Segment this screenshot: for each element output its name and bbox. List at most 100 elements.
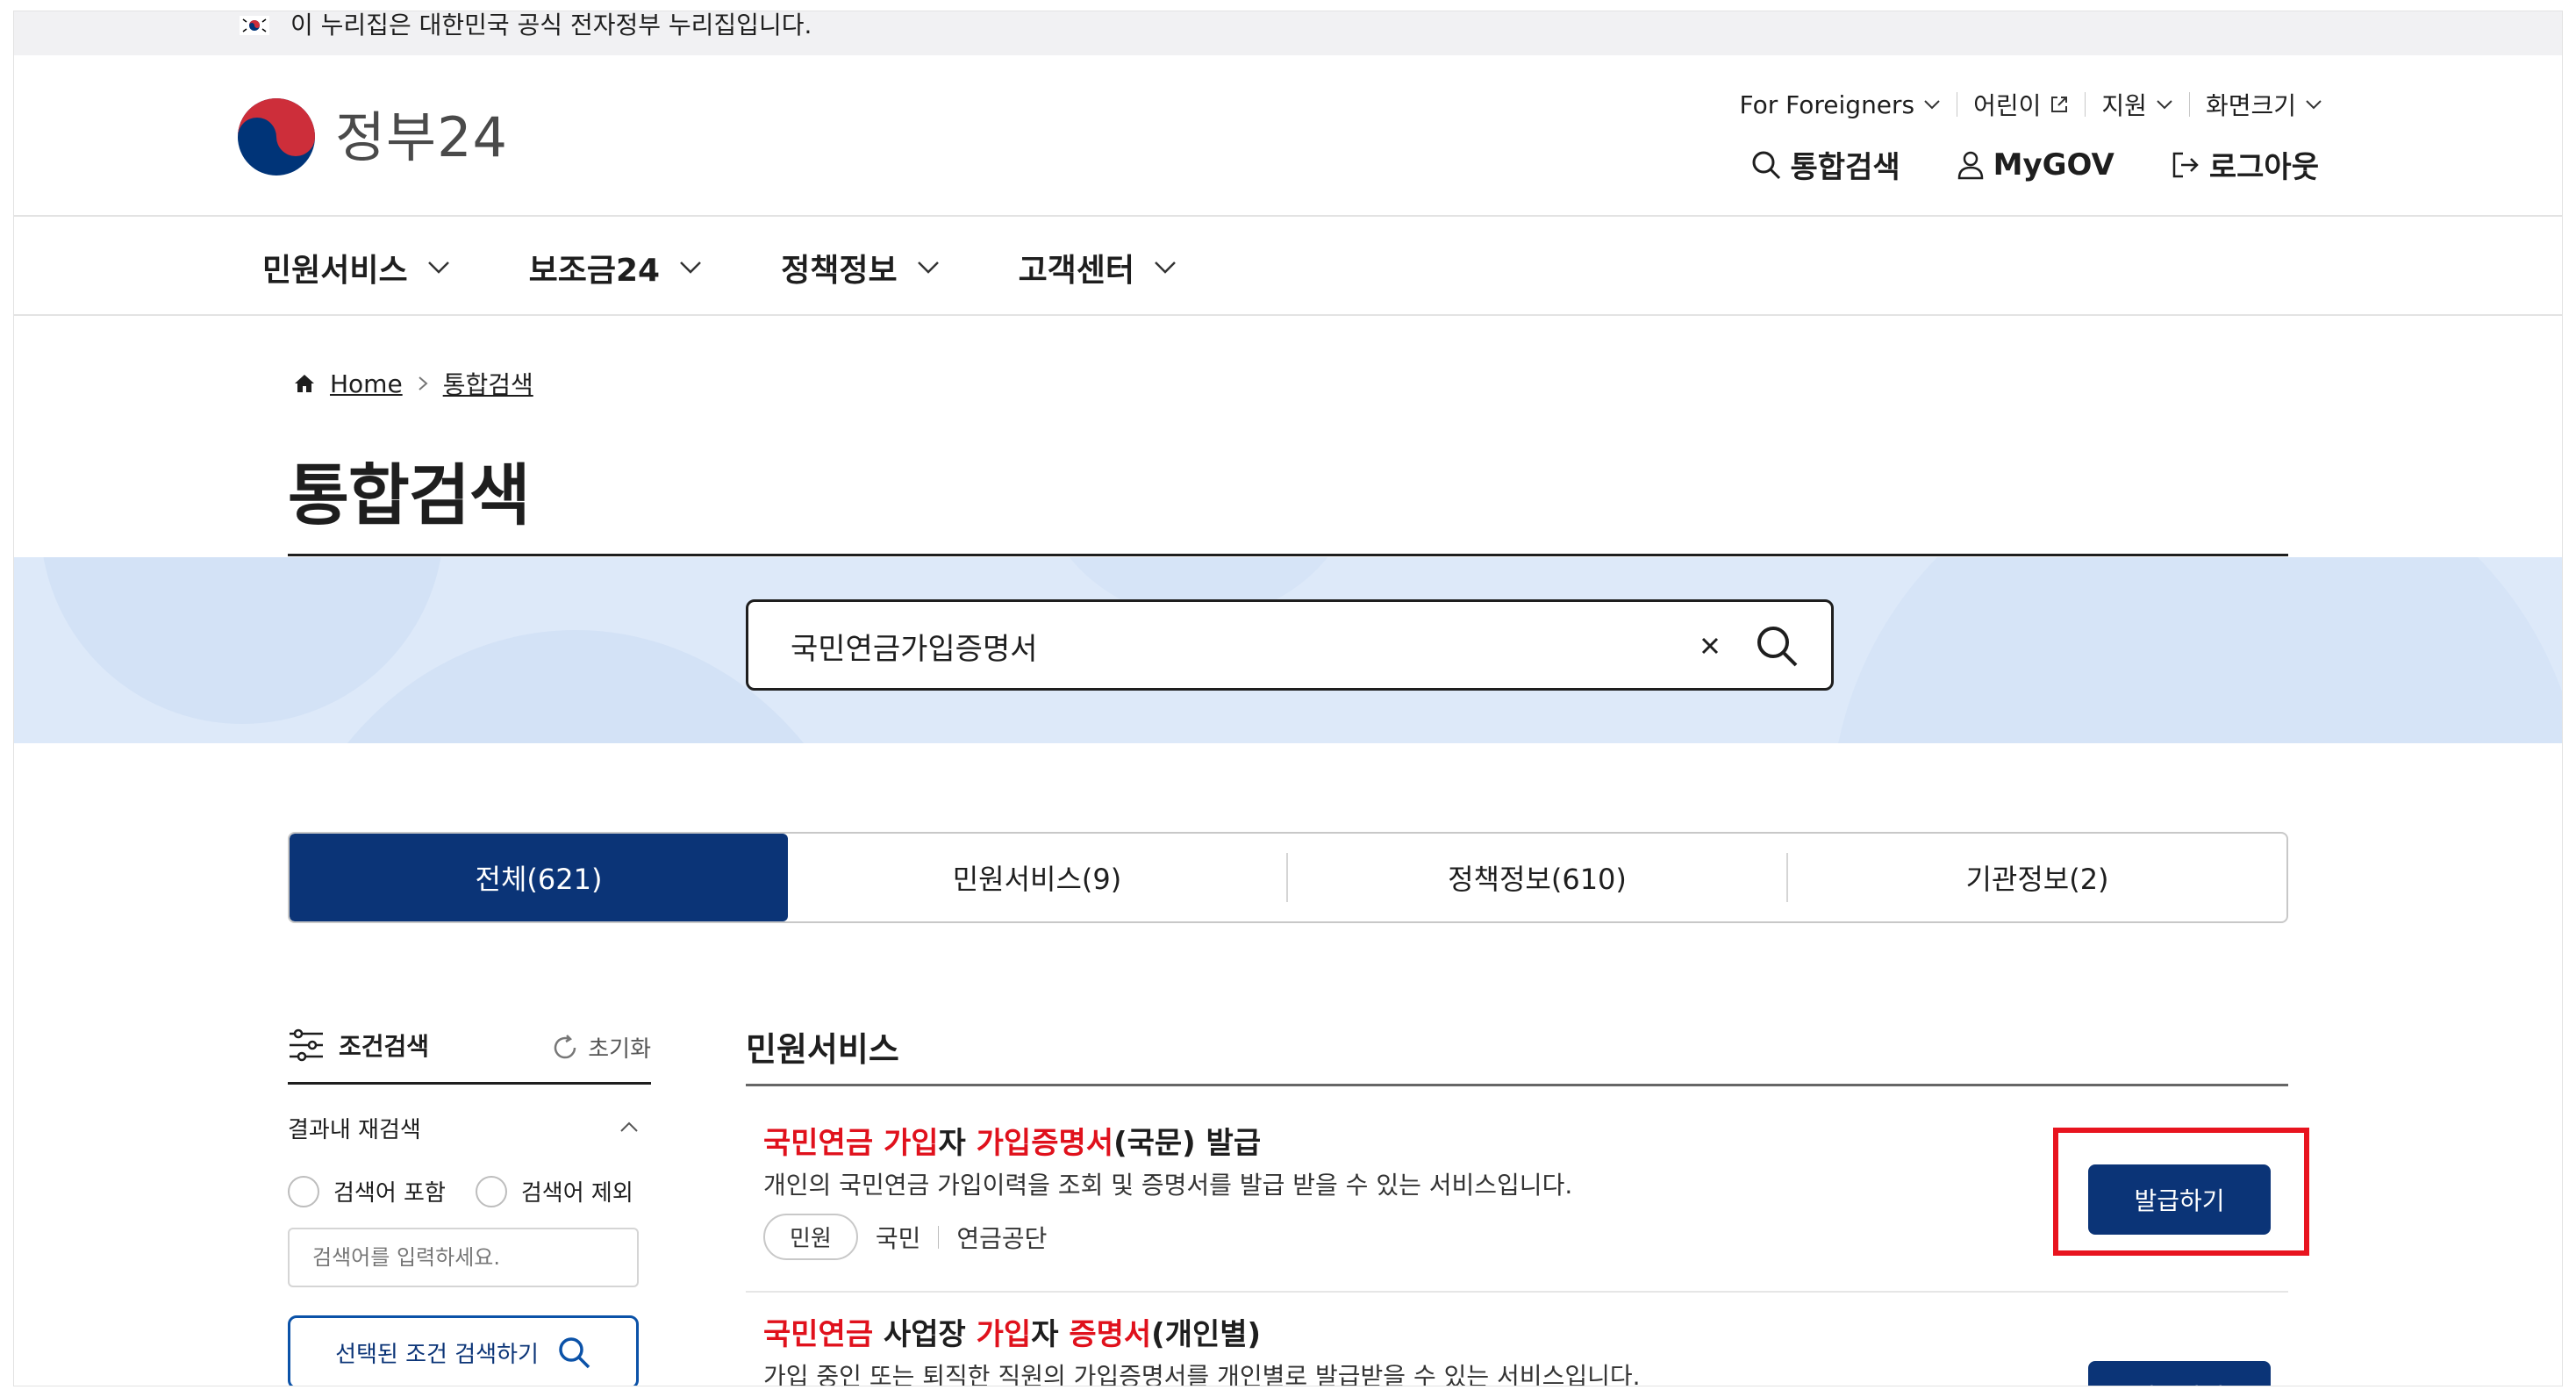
main-util-links: 통합검색 MyGOV 로그아웃	[1750, 143, 2319, 186]
main-nav: 민원서비스 보조금24 정책정보 고객센터	[262, 245, 1177, 290]
chevron-down-icon	[2306, 100, 2322, 110]
header-divider	[14, 215, 2562, 217]
chevron-down-icon	[917, 261, 939, 274]
condition-search-button[interactable]: 선택된 조건 검색하기	[288, 1315, 639, 1386]
nav-civil-service[interactable]: 민원서비스	[262, 245, 450, 290]
search-box: 국민연금가입증명서	[746, 599, 1834, 691]
title-text: (개인별)	[1151, 1317, 1262, 1352]
filter-reset-label: 초기화	[588, 1036, 651, 1063]
research-keyword-input[interactable]	[288, 1228, 639, 1287]
breadcrumb-current-link[interactable]: 통합검색	[443, 366, 533, 401]
chevron-down-icon	[1924, 100, 1940, 110]
exclude-keyword-radio[interactable]: 검색어 제외	[475, 1175, 633, 1207]
annotation-highlight-box	[2053, 1128, 2309, 1256]
page-title: 통합검색	[288, 456, 531, 534]
refresh-icon	[554, 1034, 576, 1058]
util-links: For Foreigners 어린이 지원 화면크기	[1724, 87, 2339, 122]
util-for-foreigners[interactable]: For Foreigners	[1724, 90, 1957, 119]
result-tags: 민원 국민 연금공단	[763, 1214, 1047, 1260]
tab-all[interactable]: 전체(621)	[290, 834, 788, 921]
result-item: 국민연금 사업장 가입자 증명서(개인별) 가입 중인 또는 퇴직한 직원의 가…	[746, 1301, 2288, 1386]
gov24-logo-icon[interactable]	[235, 96, 318, 178]
title-text: 사업장	[873, 1317, 977, 1352]
result-description: 개인의 국민연금 가입이력을 조회 및 증명서를 발급 받을 수 있는 서비스입…	[763, 1171, 1573, 1200]
issue-button[interactable]: 발급하기	[2088, 1361, 2271, 1386]
result-meta: 연금공단	[956, 1223, 1048, 1253]
filter-sliders-icon	[290, 1028, 323, 1062]
condition-search-label: 선택된 조건 검색하기	[335, 1341, 539, 1368]
util-label: For Foreigners	[1739, 90, 1915, 119]
nav-label: 보조금24	[528, 253, 661, 289]
title-text: 자	[938, 1126, 977, 1161]
radio-label: 검색어 포함	[333, 1180, 446, 1207]
title-text: 자	[1031, 1317, 1070, 1352]
logo-text[interactable]: 정부24	[335, 103, 508, 173]
include-keyword-radio[interactable]: 검색어 포함	[288, 1175, 446, 1207]
util-label: 화면크기	[2205, 91, 2296, 120]
result-title-link[interactable]: 국민연금 가입자 가입증명서(국문) 발급	[763, 1119, 1261, 1162]
gov-banner-text: 이 누리집은 대한민국 공식 전자정부 누리집입니다.	[290, 11, 812, 39]
title-highlight: 국민연금	[763, 1126, 874, 1161]
clear-search-icon[interactable]	[1692, 628, 1728, 663]
search-icon	[1752, 151, 1780, 179]
chevron-right-icon	[419, 376, 428, 390]
util-screen-size[interactable]: 화면크기	[2190, 87, 2338, 122]
logout-label: 로그아웃	[2208, 150, 2319, 185]
search-input[interactable]: 국민연금가입증명서	[791, 625, 1038, 668]
nav-label: 민원서비스	[262, 253, 408, 289]
radio-circle	[288, 1175, 319, 1207]
nav-policy-info[interactable]: 정책정보	[781, 245, 939, 290]
home-icon	[295, 375, 314, 392]
util-kids[interactable]: 어린이	[1957, 87, 2085, 122]
user-icon	[1957, 151, 1983, 179]
nav-label: 정책정보	[781, 253, 898, 289]
mygov-button[interactable]: MyGOV	[1957, 147, 2114, 183]
nav-customer-center[interactable]: 고객센터	[1019, 245, 1177, 290]
chevron-down-icon	[680, 261, 701, 274]
breadcrumb-home-link[interactable]: Home	[330, 369, 403, 398]
result-meta: 국민	[875, 1223, 921, 1253]
tab-agency-info[interactable]: 기관정보(2)	[1788, 834, 2286, 921]
results-divider	[746, 1084, 2288, 1086]
nav-label: 고객센터	[1018, 253, 1135, 289]
title-text: (국문) 발급	[1113, 1126, 1262, 1161]
search-icon	[559, 1337, 590, 1369]
tab-policy-info[interactable]: 정책정보(610)	[1288, 834, 1786, 921]
gov-banner: 이 누리집은 대한민국 공식 전자정부 누리집입니다.	[14, 11, 2562, 55]
search-icon[interactable]	[1752, 621, 1801, 670]
external-link-icon	[2051, 97, 2068, 112]
result-title-link[interactable]: 국민연금 사업장 가입자 증명서(개인별)	[763, 1310, 1261, 1353]
filter-divider	[288, 1082, 651, 1085]
header-search-label: 통합검색	[1790, 150, 1900, 185]
browser-page: 이 누리집은 대한민국 공식 전자정부 누리집입니다. 정부24 For For…	[13, 11, 2563, 1386]
korea-flag-icon	[240, 16, 269, 35]
chevron-down-icon	[1155, 261, 1176, 274]
logout-button[interactable]: 로그아웃	[2171, 143, 2319, 186]
title-underline	[288, 554, 2288, 556]
title-text	[873, 1126, 884, 1161]
util-label: 어린이	[1973, 91, 2042, 120]
nav-subsidy24[interactable]: 보조금24	[529, 245, 702, 290]
result-description: 가입 중인 또는 퇴직한 직원의 가입증명서를 개인별로 발급받을 수 있는 서…	[763, 1362, 1641, 1386]
util-support[interactable]: 지원	[2086, 87, 2189, 122]
research-title: 결과내 재검색	[288, 1117, 421, 1143]
divider	[938, 1225, 940, 1249]
tab-civil-service[interactable]: 민원서비스(9)	[788, 834, 1286, 921]
radio-circle	[475, 1175, 507, 1207]
chevron-up-icon[interactable]	[619, 1121, 639, 1133]
research-options: 검색어 포함 검색어 제외	[288, 1175, 633, 1207]
header-search-button[interactable]: 통합검색	[1750, 143, 1900, 186]
chevron-down-icon	[2157, 100, 2172, 110]
filter-title: 조건검색	[288, 1028, 429, 1063]
title-highlight: 증명서	[1069, 1317, 1152, 1352]
logout-icon	[2172, 152, 2199, 177]
nav-divider	[14, 314, 2562, 316]
title-highlight: 국민연금	[763, 1317, 874, 1352]
breadcrumb: Home 통합검색	[293, 366, 533, 401]
result-tabs: 전체(621) 민원서비스(9) 정책정보(610) 기관정보(2)	[288, 832, 2288, 923]
mygov-label: MyGOV	[1993, 147, 2114, 183]
filter-title-label: 조건검색	[339, 1032, 430, 1061]
title-highlight: 가입	[976, 1317, 1032, 1352]
filter-header: 조건검색 초기화	[288, 1028, 651, 1071]
filter-reset-button[interactable]: 초기화	[551, 1031, 651, 1064]
